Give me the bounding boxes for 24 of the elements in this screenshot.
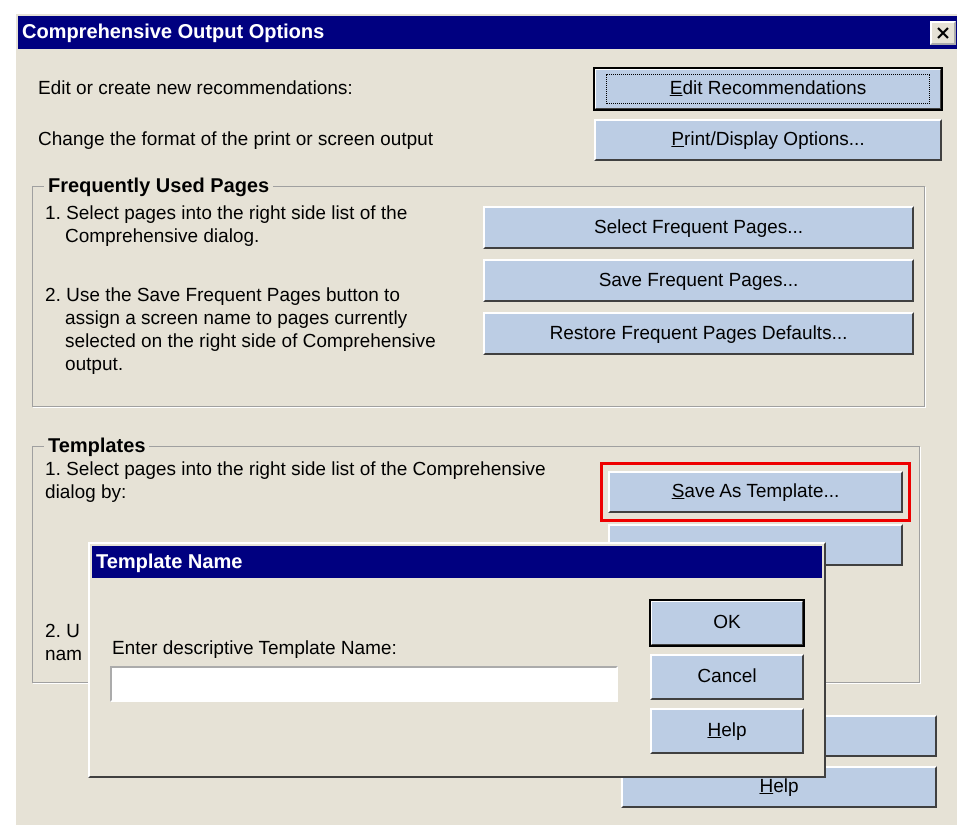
action-button[interactable]: Restore Frequent Pages Defaults... (483, 312, 914, 355)
action-button[interactable]: Save As Template... (608, 471, 903, 513)
action-button[interactable]: Print/Display Options... (594, 119, 942, 161)
dialog-button[interactable]: OK (650, 600, 804, 646)
step-text: 2. Use the Save Frequent Pages button to assign a screen name to pages currently selected on the right side of Comprehensive output. (45, 284, 437, 376)
group-title: Templates (47, 435, 146, 458)
dialog-title: Template Name (96, 550, 242, 574)
instruction-text: Edit or create new recommendations: (38, 78, 353, 100)
instruction-text: Change the format of the print or screen output (38, 129, 434, 151)
action-button[interactable]: Save Frequent Pages... (483, 259, 914, 302)
template-name-field[interactable] (110, 666, 618, 702)
action-button[interactable]: Select Frequent Pages... (483, 206, 914, 249)
step-text: 1. Select pages into the right side list of the Comprehensive dialog. (45, 202, 408, 248)
window-title: Comprehensive Output Options (22, 21, 324, 44)
dialog-button[interactable]: Help (650, 708, 804, 754)
step-text: nam (45, 643, 82, 666)
action-button[interactable]: Edit Recommendations (594, 68, 942, 110)
field-label: Enter descriptive Template Name: (112, 638, 398, 660)
group-title: Frequently Used Pages (47, 175, 270, 198)
step-text: 2. U (45, 620, 80, 643)
dialog-button[interactable]: Cancel (650, 654, 804, 700)
close-icon (936, 26, 950, 38)
close-button[interactable] (930, 20, 956, 44)
step-text: 1. Select pages into the right side list of the Comprehensive dialog by: (45, 458, 547, 504)
